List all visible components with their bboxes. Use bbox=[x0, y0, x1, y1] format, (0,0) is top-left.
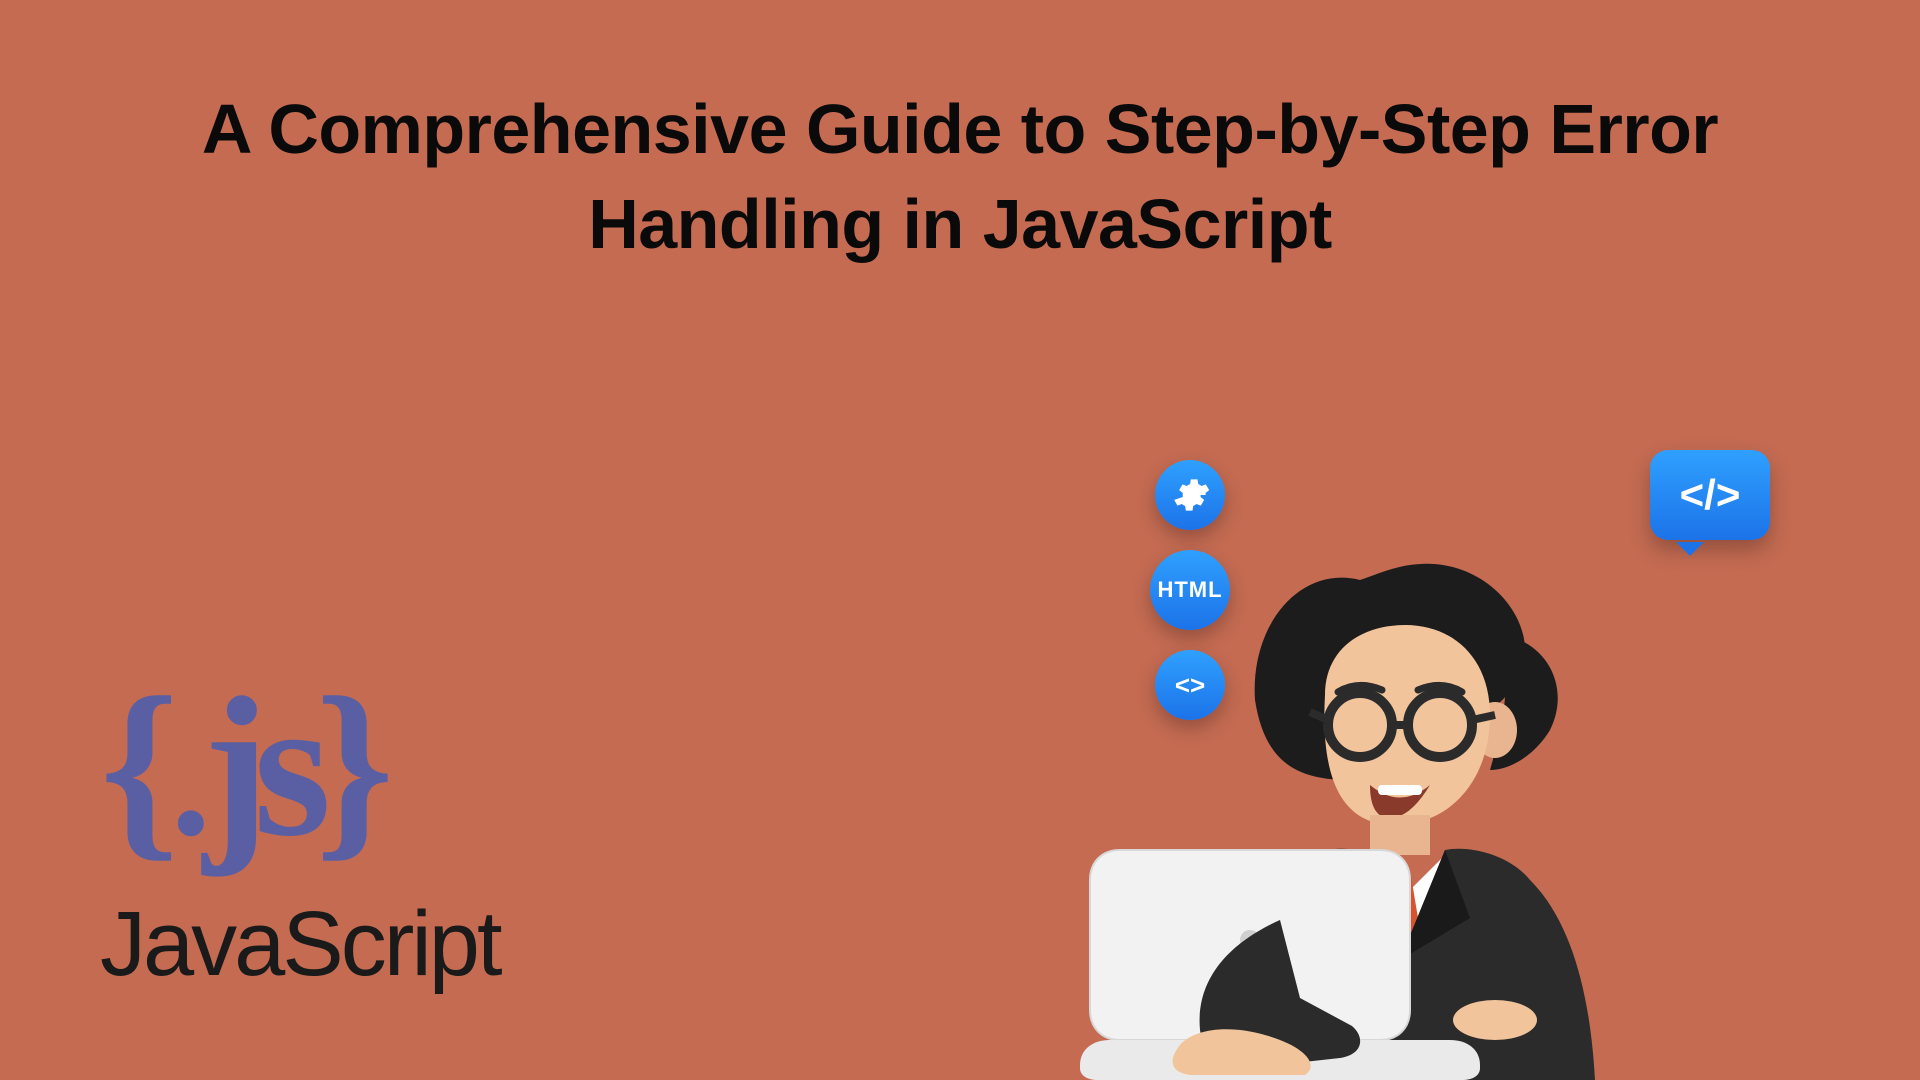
developer-illustration: HTML <> </> bbox=[1000, 440, 1760, 1080]
developer-character-icon bbox=[1050, 520, 1750, 1080]
js-braces-icon: {.js} bbox=[100, 668, 620, 868]
javascript-logo: {.js} JavaScript bbox=[100, 668, 620, 990]
javascript-label: JavaScript bbox=[100, 898, 620, 990]
page-title: A Comprehensive Guide to Step-by-Step Er… bbox=[96, 82, 1824, 271]
